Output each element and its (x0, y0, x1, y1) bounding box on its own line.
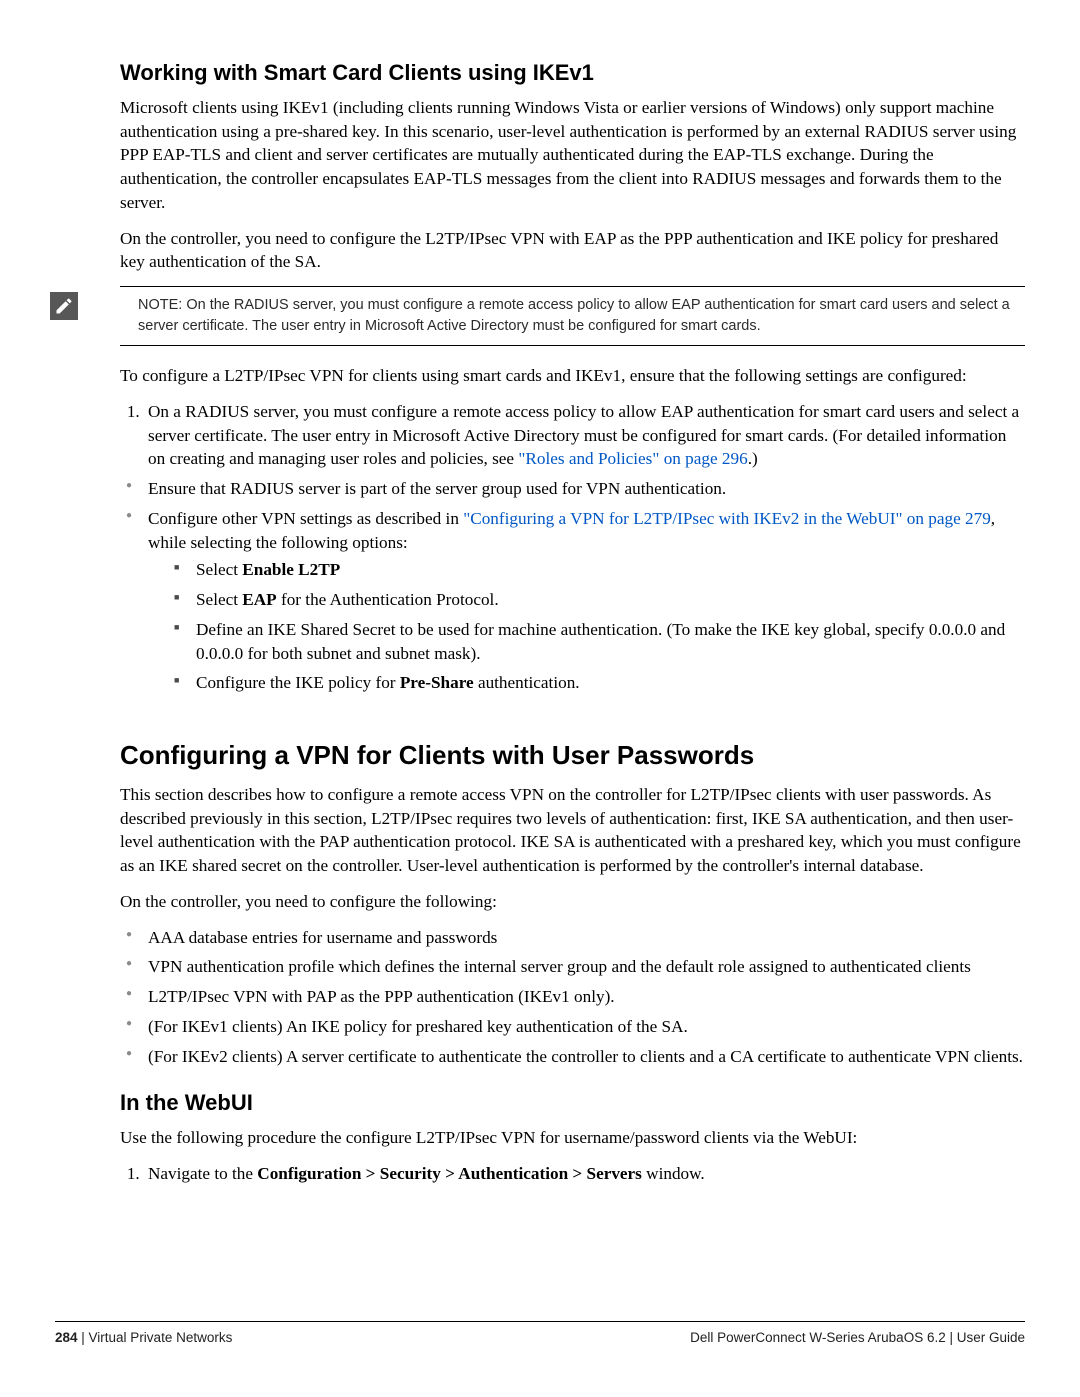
paragraph: To configure a L2TP/IPsec VPN for client… (120, 364, 1025, 388)
list-item: VPN authentication profile which defines… (144, 955, 1025, 979)
text: Select (196, 560, 242, 579)
ordered-list: On a RADIUS server, you must configure a… (120, 400, 1025, 471)
text: window. (642, 1164, 705, 1183)
text: .) (748, 449, 758, 468)
list-item: Configure the IKE policy for Pre-Share a… (192, 671, 1025, 695)
link-vpn-ikev2[interactable]: "Configuring a VPN for L2TP/IPsec with I… (463, 509, 991, 528)
text: Select (196, 590, 242, 609)
heading-user-passwords: Configuring a VPN for Clients with User … (120, 740, 1025, 771)
text: Configure other VPN settings as describe… (148, 509, 463, 528)
paragraph: On the controller, you need to configure… (120, 227, 1025, 274)
footer-right: Dell PowerConnect W-Series ArubaOS 6.2 |… (690, 1330, 1025, 1345)
link-roles-policies[interactable]: "Roles and Policies" on page 296 (518, 449, 747, 468)
heading-webui: In the WebUI (120, 1090, 1025, 1116)
paragraph: On the controller, you need to configure… (120, 890, 1025, 914)
list-item: (For IKEv2 clients) A server certificate… (144, 1045, 1025, 1069)
list-item: L2TP/IPsec VPN with PAP as the PPP authe… (144, 985, 1025, 1009)
footer-left: 284 | Virtual Private Networks (55, 1330, 232, 1345)
list-item: Select Enable L2TP (192, 558, 1025, 582)
bold-text: Pre-Share (400, 673, 474, 692)
paragraph: This section describes how to configure … (120, 783, 1025, 878)
document-page: Working with Smart Card Clients using IK… (0, 0, 1080, 1397)
list-item: On a RADIUS server, you must configure a… (144, 400, 1025, 471)
bullet-list: AAA database entries for username and pa… (120, 926, 1025, 1069)
list-item: Select EAP for the Authentication Protoc… (192, 588, 1025, 612)
bold-text: Configuration > Security > Authenticatio… (257, 1164, 642, 1183)
page-footer: 284 | Virtual Private Networks Dell Powe… (55, 1321, 1025, 1345)
list-item: (For IKEv1 clients) An IKE policy for pr… (144, 1015, 1025, 1039)
bold-text: EAP (242, 590, 276, 609)
list-item: Navigate to the Configuration > Security… (144, 1162, 1025, 1186)
text: for the Authentication Protocol. (277, 590, 499, 609)
bullet-list: Ensure that RADIUS server is part of the… (120, 477, 1025, 695)
list-item: Configure other VPN settings as describe… (144, 507, 1025, 695)
list-item: Define an IKE Shared Secret to be used f… (192, 618, 1025, 665)
paragraph: Microsoft clients using IKEv1 (including… (120, 96, 1025, 215)
bold-text: Enable L2TP (242, 560, 340, 579)
list-item: AAA database entries for username and pa… (144, 926, 1025, 950)
paragraph: Use the following procedure the configur… (120, 1126, 1025, 1150)
note-text: NOTE: On the RADIUS server, you must con… (120, 286, 1025, 346)
page-number: 284 (55, 1330, 78, 1345)
pencil-note-icon (50, 292, 78, 320)
text: authentication. (474, 673, 580, 692)
list-item: Ensure that RADIUS server is part of the… (144, 477, 1025, 501)
note-block: NOTE: On the RADIUS server, you must con… (120, 286, 1025, 346)
ordered-list: Navigate to the Configuration > Security… (120, 1162, 1025, 1186)
text: Configure the IKE policy for (196, 673, 400, 692)
footer-section-label: | Virtual Private Networks (78, 1330, 233, 1345)
heading-ikev1: Working with Smart Card Clients using IK… (120, 60, 1025, 86)
text: Navigate to the (148, 1164, 257, 1183)
nested-list: Select Enable L2TP Select EAP for the Au… (148, 558, 1025, 695)
